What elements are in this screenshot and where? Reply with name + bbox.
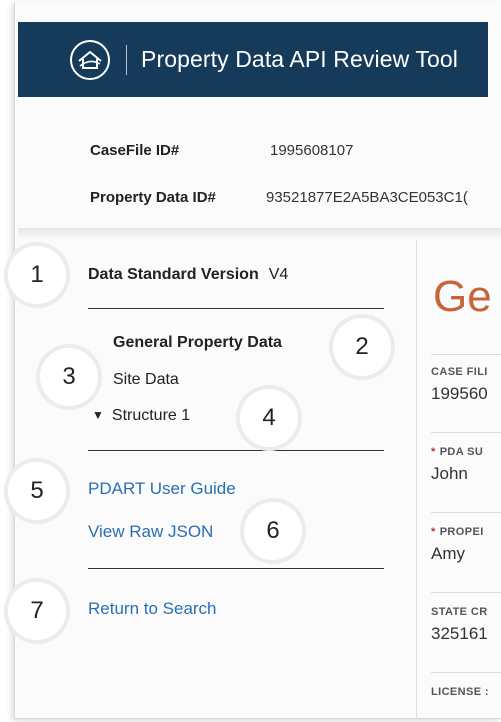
field-divider [431, 432, 501, 433]
app-title: Property Data API Review Tool [141, 46, 458, 72]
callout-marker: 3 [40, 348, 98, 406]
field-value: 325161 [431, 624, 488, 643]
property-field[interactable]: * PROPEI Amy [431, 526, 484, 564]
case-file-row: CaseFile ID# 1995608107 [90, 138, 468, 162]
app-header: Property Data API Review Tool [18, 22, 488, 97]
field-label: * PDA SU [431, 446, 483, 458]
nav-item-label: Structure 1 [111, 407, 191, 424]
nav-item-structure-1[interactable]: ▼ Structure 1 [92, 407, 190, 425]
field-label: * PROPEI [431, 526, 484, 538]
field-label: CASE FILI [431, 366, 488, 378]
callout-marker: 5 [8, 462, 66, 520]
case-file-label: CaseFile ID# [90, 141, 180, 159]
required-asterisk: * [431, 446, 436, 458]
property-data-label: Property Data ID# [90, 188, 216, 206]
nav-divider [88, 308, 384, 309]
field-value: John [431, 464, 468, 483]
property-data-row: Property Data ID# 93521877E2A5BA3CE053C1… [90, 185, 468, 209]
field-divider [431, 512, 501, 513]
callout-marker: 1 [8, 246, 66, 304]
state-credential-field: STATE CR 325161 [431, 606, 488, 644]
field-divider [431, 592, 501, 593]
field-label: LICENSE : [431, 686, 489, 698]
version-label: Data Standard Version [88, 266, 259, 283]
nav-divider [88, 450, 384, 451]
return-to-search-link[interactable]: Return to Search [88, 599, 217, 619]
callout-marker: 6 [244, 502, 302, 560]
nav-item-general-property-data[interactable]: General Property Data [113, 334, 282, 352]
case-metadata: CaseFile ID# 1995608107 Property Data ID… [90, 138, 468, 232]
callout-marker: 2 [333, 318, 391, 376]
panel-title: Ge [433, 272, 492, 321]
field-label: STATE CR [431, 606, 488, 618]
nav-divider [88, 568, 384, 569]
field-divider [431, 672, 501, 673]
caret-down-icon: ▼ [92, 408, 104, 422]
callout-marker: 4 [240, 389, 298, 447]
pda-submitter-field[interactable]: * PDA SU John [431, 446, 483, 484]
pdart-user-guide-link[interactable]: PDART User Guide [88, 479, 236, 499]
general-property-data-panel: Ge CASE FILI 199560 * PDA SU John * PROPEI… [416, 240, 501, 720]
field-divider [431, 354, 501, 355]
field-value: 199560 [431, 384, 488, 403]
version-value: V4 [268, 266, 289, 283]
section-divider-band [18, 228, 501, 238]
header-divider [126, 44, 127, 75]
field-value: Amy [431, 544, 465, 563]
case-file-field: CASE FILI 199560 [431, 366, 488, 404]
view-raw-json-link[interactable]: View Raw JSON [88, 522, 213, 542]
nav-item-site-data[interactable]: Site Data [113, 371, 179, 389]
callout-marker: 7 [8, 582, 66, 640]
required-asterisk: * [431, 526, 436, 538]
field-label-text: PDA SU [439, 446, 484, 458]
property-data-value: 93521877E2A5BA3CE053C1( [266, 188, 468, 206]
license-field: LICENSE : [431, 686, 489, 698]
case-file-value: 1995608107 [270, 141, 354, 159]
data-standard-version: Data Standard Version V4 [88, 266, 288, 284]
house-logo-icon [70, 39, 110, 80]
field-label-text: PROPEI [439, 526, 484, 538]
